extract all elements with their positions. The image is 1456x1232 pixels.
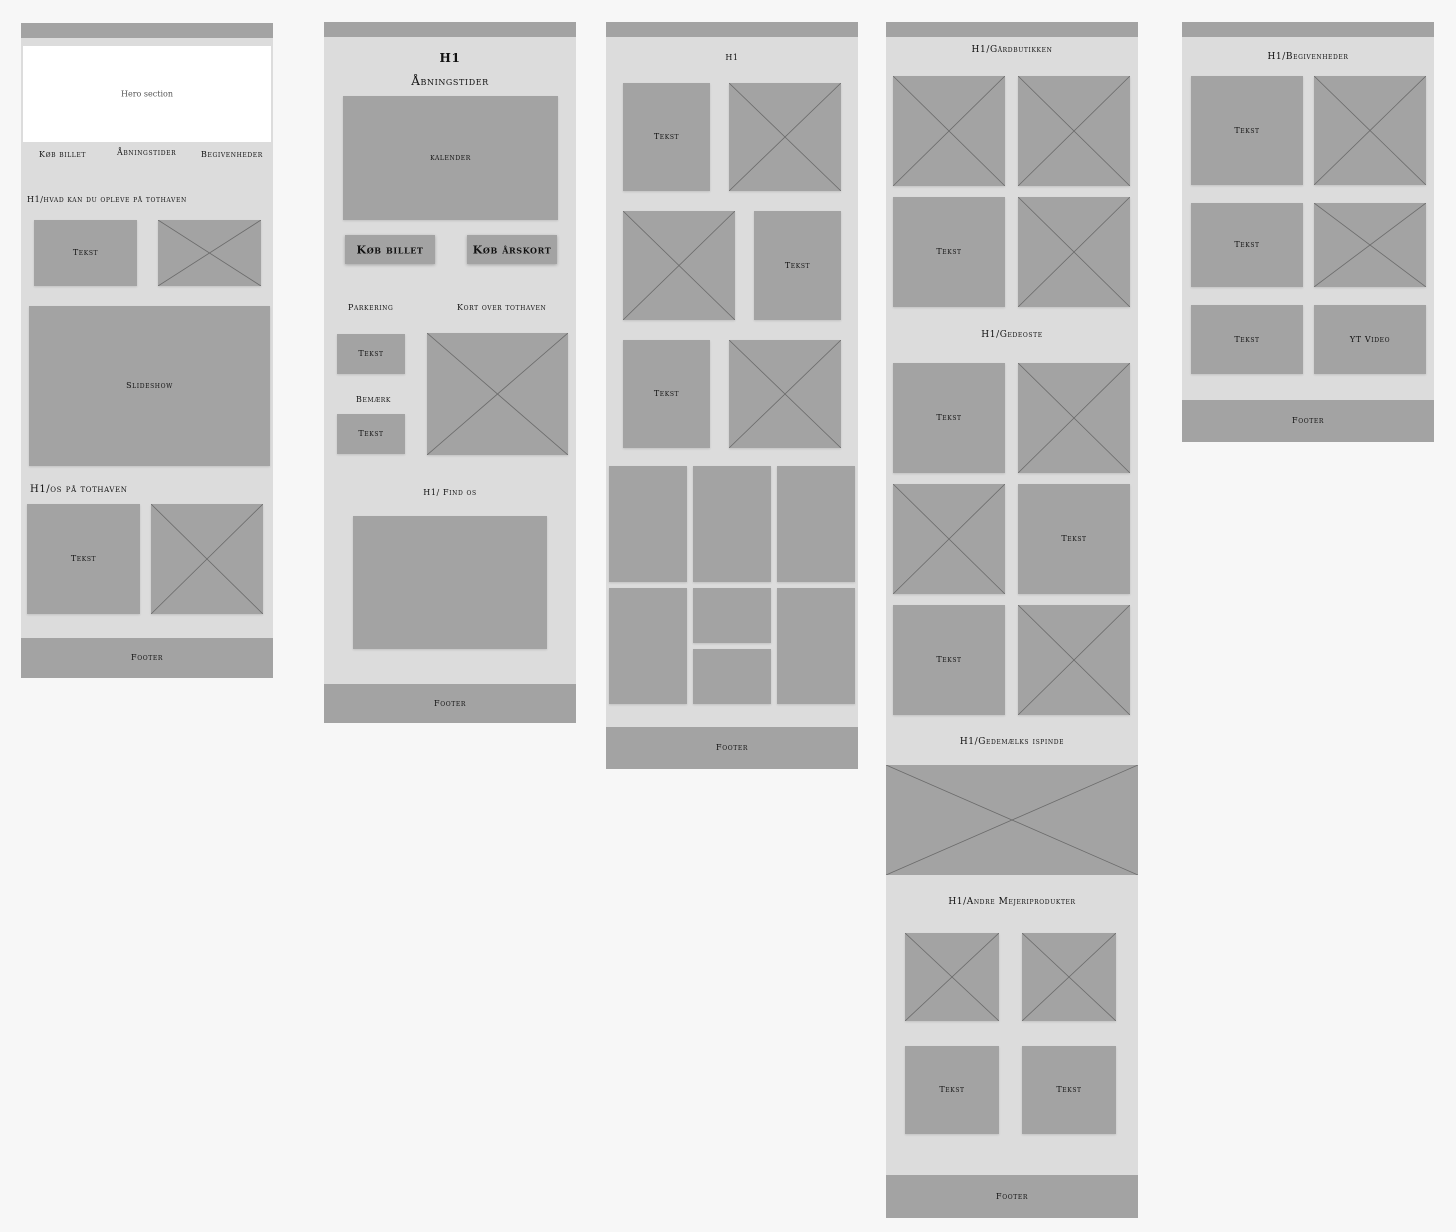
text-block: Tekst: [1191, 76, 1303, 185]
image-placeholder: [1314, 203, 1426, 287]
gallery-tile: [693, 588, 771, 643]
text-block: Tekst: [893, 363, 1005, 473]
hero-label: Hero section: [121, 89, 173, 99]
footer: Footer: [324, 684, 576, 723]
map-label: Kort over tothaven: [457, 303, 547, 312]
header-bar: [1182, 22, 1434, 37]
buy-year-card-button[interactable]: Køb årskort: [467, 235, 557, 264]
section-heading: H1/hvad kan du opleve på tothaven: [27, 195, 187, 204]
footer: Footer: [886, 1175, 1138, 1218]
header-bar: [886, 22, 1138, 37]
wireframe-events: H1/Begivenheder Tekst Tekst Tekst YT Vid…: [1182, 22, 1434, 442]
text-block: Tekst: [623, 340, 710, 448]
image-placeholder: [1314, 76, 1426, 185]
section-heading: H1/Begivenheder: [1267, 52, 1349, 62]
footer: Footer: [1182, 400, 1434, 442]
text-block: Tekst: [1018, 484, 1130, 594]
wireframe-gallery: H1 Tekst Tekst Tekst Footer: [606, 22, 858, 769]
text-block: Tekst: [337, 414, 405, 454]
page-title: H1: [439, 51, 461, 65]
nav-buy-ticket[interactable]: Køb billet: [39, 151, 86, 159]
section-heading: H1/os på tothaven: [30, 484, 128, 495]
wireframe-farm-shop: H1/Gårdbutikken Tekst H1/Gedeoste Tekst …: [886, 22, 1138, 1218]
page-subtitle: Åbningstider: [411, 74, 489, 88]
section-heading: H1/Andre Mejeriprodukter: [948, 897, 1076, 907]
image-placeholder: [1018, 76, 1130, 186]
gallery-tile: [693, 649, 771, 704]
header-bar: [324, 22, 576, 37]
image-placeholder: [623, 211, 735, 320]
image-placeholder: [1018, 363, 1130, 473]
gallery-tile: [777, 466, 855, 582]
section-heading: H1/ Find os: [423, 488, 477, 497]
image-placeholder: [158, 220, 261, 286]
footer: Footer: [606, 727, 858, 769]
map-placeholder: [427, 333, 568, 455]
video-embed[interactable]: YT Video: [1314, 305, 1426, 374]
header-bar: [21, 23, 273, 38]
hero-section: Hero section: [23, 46, 271, 142]
image-placeholder: [729, 83, 841, 191]
nav-opening-hours[interactable]: Åbningstider: [117, 149, 176, 157]
slideshow[interactable]: Slideshow: [29, 306, 270, 466]
banner-image-placeholder: [886, 765, 1138, 875]
text-block: Tekst: [893, 605, 1005, 715]
wireframe-opening-hours: H1 Åbningstider kalender Køb billet Køb …: [324, 22, 576, 723]
image-placeholder: [893, 484, 1005, 594]
image-placeholder: [1022, 933, 1116, 1021]
gallery-tile: [777, 588, 855, 704]
footer: Footer: [21, 638, 273, 678]
image-placeholder: [905, 933, 999, 1021]
wireframe-frontpage: Hero section Køb billet Åbningstider Beg…: [21, 23, 273, 678]
calendar[interactable]: kalender: [343, 96, 558, 220]
gallery-tile: [693, 466, 771, 582]
section-heading: H1/Gedeoste: [981, 330, 1043, 340]
text-block: Tekst: [754, 211, 841, 320]
nav-events[interactable]: Begivenheder: [201, 151, 263, 159]
text-block: Tekst: [1191, 203, 1303, 287]
map-embed: [353, 516, 547, 649]
note-label: Bemærk: [356, 395, 392, 404]
page-title: H1: [725, 53, 739, 62]
text-block: Tekst: [34, 220, 137, 286]
gallery-tile: [609, 588, 687, 704]
parking-label: Parkering: [348, 303, 394, 312]
image-placeholder: [1018, 605, 1130, 715]
text-block: Tekst: [27, 504, 140, 614]
text-block: Tekst: [337, 334, 405, 374]
image-placeholder: [893, 76, 1005, 186]
header-bar: [606, 22, 858, 37]
text-block: Tekst: [1191, 305, 1303, 374]
text-block: Tekst: [893, 197, 1005, 307]
image-placeholder: [729, 340, 841, 448]
text-block: Tekst: [1022, 1046, 1116, 1134]
text-block: Tekst: [905, 1046, 999, 1134]
gallery-tile: [609, 466, 687, 582]
section-heading: H1/Gårdbutikken: [971, 45, 1053, 55]
section-heading: H1/Gedemælks ispinde: [959, 737, 1065, 747]
image-placeholder: [151, 504, 263, 614]
buy-ticket-button[interactable]: Køb billet: [345, 235, 435, 264]
text-block: Tekst: [623, 83, 710, 191]
image-placeholder: [1018, 197, 1130, 307]
